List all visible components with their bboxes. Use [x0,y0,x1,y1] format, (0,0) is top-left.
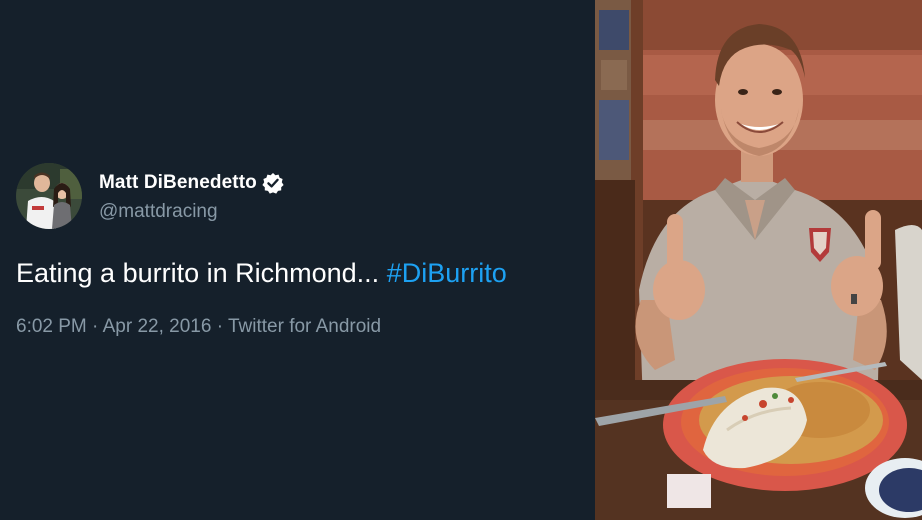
tweet-date[interactable]: Apr 22, 2016 [103,316,212,337]
tweet-card: Matt DiBenedetto @mattdracing Eating a b… [0,0,595,520]
tweet-meta: 6:02 PM · Apr 22, 2016 · Twitter for And… [16,316,381,338]
tweet-source[interactable]: Twitter for Android [228,316,381,337]
author-name[interactable]: Matt DiBenedetto [99,172,257,194]
meta-separator: · [86,316,103,337]
meta-separator-2: · [211,316,228,337]
author-handle[interactable]: @mattdracing [99,201,284,223]
author-names: Matt DiBenedetto @mattdracing [99,170,284,223]
author-name-row: Matt DiBenedetto [99,170,284,196]
tweet-text: Eating a burrito in Richmond... #DiBurri… [16,256,507,290]
tweet-photo[interactable] [595,0,922,520]
tweet-screenshot: Matt DiBenedetto @mattdracing Eating a b… [0,0,922,520]
burrito-photo-illustration [595,0,922,520]
tweet-author[interactable]: Matt DiBenedetto @mattdracing [16,163,284,229]
avatar[interactable] [16,163,82,229]
tweet-time[interactable]: 6:02 PM [16,316,87,337]
verified-badge-icon [262,172,284,194]
hashtag-link[interactable]: #DiBurrito [387,258,507,288]
tweet-body: Eating a burrito in Richmond... [16,258,387,288]
